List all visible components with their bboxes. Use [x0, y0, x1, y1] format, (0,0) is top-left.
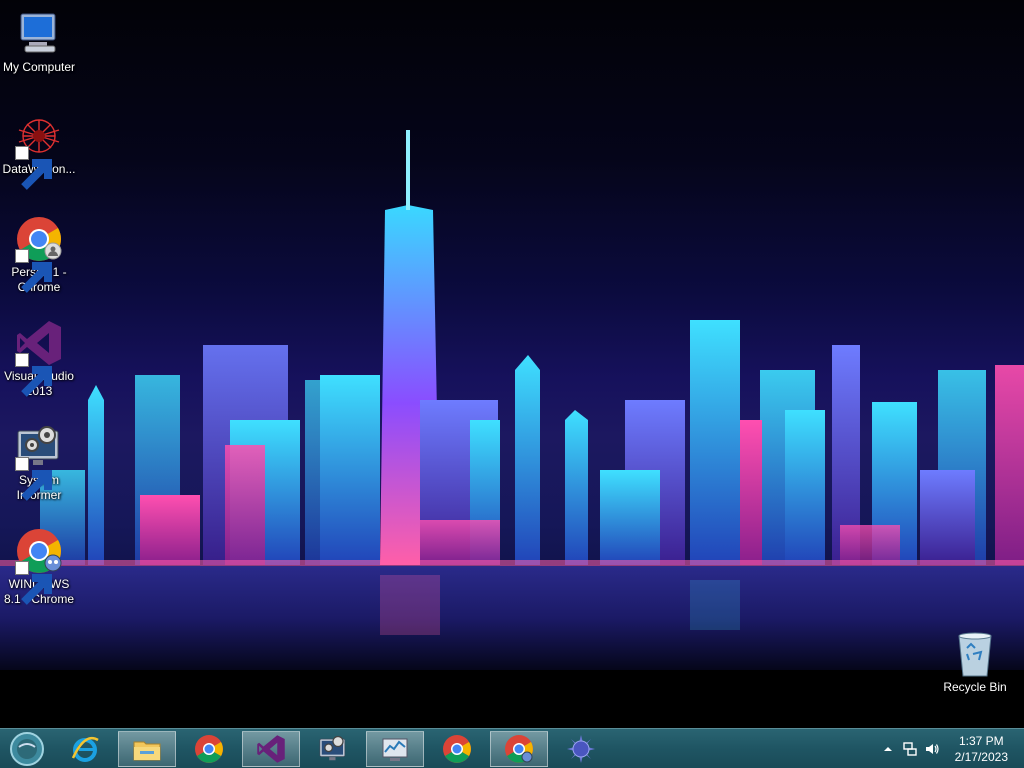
shortcut-arrow-icon [15, 146, 52, 190]
clock[interactable]: 1:37 PM 2/17/2023 [955, 733, 1008, 765]
network-icon [903, 742, 917, 756]
datawagon-icon [15, 112, 63, 190]
chrome-icon [443, 735, 471, 763]
shortcut-arrow-icon [15, 561, 52, 605]
spiky-ball-icon [567, 735, 595, 763]
system-informer-icon [15, 423, 63, 501]
taskbar-visual-studio[interactable] [242, 731, 300, 767]
desktop-icon-label: Recycle Bin [943, 680, 1007, 694]
network-status-button[interactable] [902, 741, 918, 757]
shortcut-arrow-icon [15, 457, 52, 501]
show-hidden-icons-button[interactable] [880, 741, 896, 757]
folder-icon [133, 741, 161, 761]
chrome-icon [195, 735, 223, 763]
chrome-icon [15, 215, 63, 293]
shortcut-arrow-icon [15, 249, 52, 293]
taskbar: 1:37 PM 2/17/2023 [0, 728, 1024, 768]
system-informer-icon [319, 735, 346, 761]
desktop: My Computer DataWagon... Person 1 - Chro… [0, 0, 1024, 728]
clock-date: 2/17/2023 [954, 750, 1008, 764]
windows-orb-icon [10, 732, 44, 766]
taskbar-network-tool[interactable] [552, 731, 610, 767]
visual-studio-icon [15, 319, 63, 397]
taskbar-resource-monitor[interactable] [366, 731, 424, 767]
computer-icon [15, 10, 63, 58]
city-skyline-wallpaper [0, 130, 1024, 728]
taskbar-internet-explorer[interactable] [56, 731, 114, 767]
desktop-icon-system-informer[interactable]: System Informer [0, 423, 78, 503]
taskbar-chrome-windows81[interactable] [490, 731, 548, 767]
shortcut-arrow-icon [15, 353, 52, 397]
resource-monitor-icon [382, 738, 408, 761]
taskbar-file-explorer[interactable] [118, 731, 176, 767]
desktop-icon-my-computer[interactable]: My Computer [0, 10, 78, 75]
taskbar-chrome[interactable] [180, 731, 238, 767]
taskbar-chrome-2[interactable] [428, 731, 486, 767]
desktop-icon-label: My Computer [2, 60, 76, 74]
desktop-icon-visual-studio[interactable]: Visual Studio 2013 [0, 319, 78, 399]
recycle-bin-icon [951, 630, 999, 678]
chrome-icon [505, 735, 533, 763]
chevron-up-icon [884, 747, 892, 751]
clock-time: 1:37 PM [958, 734, 1004, 748]
volume-button[interactable] [924, 741, 940, 757]
internet-explorer-icon [71, 736, 99, 762]
taskbar-system-informer[interactable] [304, 731, 362, 767]
start-button[interactable] [6, 731, 48, 767]
desktop-icon-person1-chrome[interactable]: Person 1 - Chrome [0, 215, 78, 295]
system-tray: 1:37 PM 2/17/2023 [864, 729, 1024, 768]
visual-studio-icon [257, 735, 285, 763]
speaker-icon [926, 744, 939, 754]
desktop-icon-datawagon[interactable]: DataWagon... [0, 112, 78, 190]
chrome-icon [15, 527, 63, 605]
desktop-icon-recycle-bin[interactable]: Recycle Bin [936, 630, 1014, 695]
desktop-icon-windows81-chrome[interactable]: WINDOWS 8.1 - Chrome [0, 527, 78, 607]
